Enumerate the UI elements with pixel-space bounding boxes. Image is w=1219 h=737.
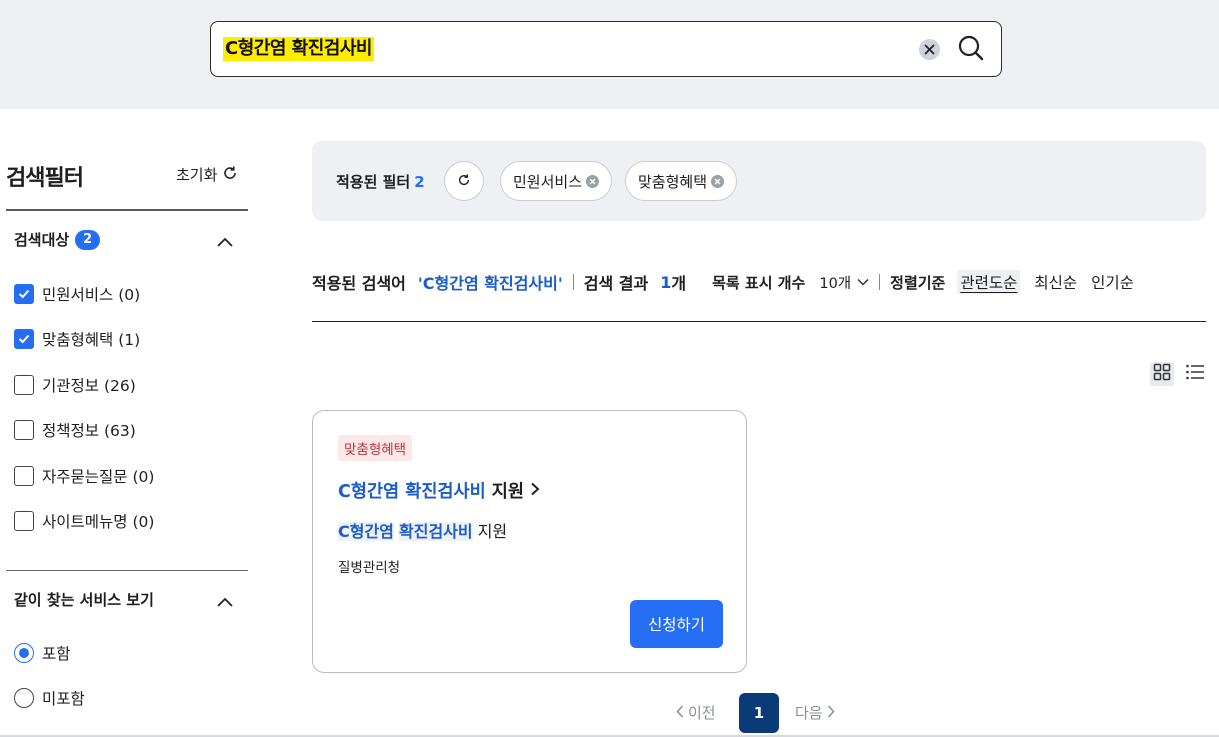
- result-unit: 개: [671, 274, 687, 293]
- refresh-icon: [222, 165, 238, 185]
- checkbox-unchecked-icon: [14, 420, 34, 440]
- summary-keyword: 확진검사비: [399, 522, 473, 541]
- sidebar-divider: [6, 209, 248, 211]
- section-related-collapse-button[interactable]: [216, 593, 236, 607]
- chevron-right-icon: [530, 481, 540, 501]
- chevron-right-icon: [827, 704, 835, 722]
- checkbox-unchecked-icon: [14, 466, 34, 486]
- checkbox-label: 기관정보 (26): [42, 377, 136, 395]
- pagination-page-current[interactable]: 1: [739, 693, 779, 733]
- list-view-button[interactable]: [1183, 362, 1207, 386]
- checkbox-site-menu[interactable]: 사이트메뉴명 (0): [14, 510, 154, 532]
- search-query-text: C형간염 확진검사비: [223, 37, 374, 61]
- checkbox-agency-info[interactable]: 기관정보 (26): [14, 374, 136, 396]
- list-icon: [1185, 363, 1205, 385]
- sort-relevance[interactable]: 관련도순: [957, 270, 1021, 294]
- checkbox-checked-icon: [14, 284, 34, 304]
- page-size-label: 목록 표시 개수: [712, 273, 806, 292]
- radio-selected-icon: [14, 643, 34, 663]
- sidebar-divider: [6, 570, 248, 571]
- applied-filters-panel: 적용된 필터 2 민원서비스 맞춤형혜택: [312, 141, 1206, 221]
- refresh-icon: [457, 172, 471, 191]
- result-count: 1: [660, 272, 672, 292]
- checkbox-label: 정책정보 (63): [42, 422, 136, 440]
- search-icon: [957, 34, 985, 66]
- chevron-down-icon: [857, 274, 869, 290]
- checkbox-unchecked-icon: [14, 511, 34, 531]
- sort-popular[interactable]: 인기순: [1091, 271, 1134, 293]
- checkbox-checked-icon: [14, 329, 34, 349]
- pagination-next-label: 다음: [795, 704, 823, 722]
- checkbox-policy-info[interactable]: 정책정보 (63): [14, 419, 136, 441]
- close-icon: [924, 40, 935, 59]
- clear-search-button[interactable]: [919, 39, 940, 60]
- section-target-badge: 2: [75, 229, 101, 250]
- close-icon[interactable]: [586, 174, 600, 188]
- section-related-title: 같이 찾는 서비스 보기: [14, 591, 154, 609]
- radio-label: 미포함: [42, 690, 85, 708]
- summary-rest: 지원: [477, 522, 508, 541]
- grid-view-button[interactable]: [1150, 362, 1174, 386]
- applied-filters-text: 적용된 필터: [336, 173, 411, 191]
- summary-keyword: C형간염: [338, 522, 394, 541]
- pagination-prev-label: 이전: [688, 704, 716, 722]
- grid-icon: [1153, 363, 1171, 385]
- result-summary-bar: 적용된 검색어 'C형간염 확진검사비' 검색 결과 1개 목록 표시 개수 1…: [312, 268, 1206, 296]
- pagination-next-button[interactable]: 다음: [795, 702, 835, 723]
- separator: [572, 274, 574, 290]
- chevron-left-icon: [676, 704, 684, 722]
- sort-label: 정렬기준: [890, 273, 946, 292]
- title-keyword: C형간염 확진검사비: [338, 482, 486, 502]
- page-size-value: 10개: [819, 275, 852, 292]
- checkbox-min-won[interactable]: 민원서비스 (0): [14, 283, 140, 305]
- applied-filters-label: 적용된 필터 2: [336, 171, 425, 192]
- search-button[interactable]: [955, 34, 987, 66]
- checkbox-label: 맞춤형혜택 (1): [42, 331, 141, 349]
- section-related-header: 같이 찾는 서비스 보기: [14, 589, 154, 610]
- checkbox-label: 사이트메뉴명 (0): [42, 513, 155, 531]
- section-target-collapse-button[interactable]: [216, 233, 236, 247]
- result-label: 검색 결과: [583, 274, 649, 293]
- query-label: 적용된 검색어: [312, 274, 406, 293]
- result-organization: 질병관리청: [338, 560, 401, 576]
- result-divider: [312, 321, 1206, 322]
- chevron-up-icon: [216, 593, 234, 612]
- radio-label: 포함: [42, 645, 71, 663]
- section-target-header: 검색대상 2: [14, 229, 101, 250]
- checkbox-label: 민원서비스 (0): [42, 286, 141, 304]
- sidebar-title: 검색필터: [6, 166, 84, 191]
- filter-reset-label: 초기화: [176, 166, 218, 184]
- filter-reset-button[interactable]: 초기화: [176, 164, 238, 185]
- search-header: C형간염 확진검사비: [0, 0, 1219, 109]
- applied-filters-reset-button[interactable]: [444, 161, 484, 201]
- radio-exclude[interactable]: 미포함: [14, 687, 85, 709]
- checkbox-unchecked-icon: [14, 375, 34, 395]
- filter-chip-custom-benefit[interactable]: 맞춤형혜택: [625, 161, 738, 201]
- radio-unselected-icon: [14, 688, 34, 708]
- query-value: 'C형간염 확진검사비': [417, 274, 563, 293]
- title-rest: 지원: [491, 482, 524, 502]
- filter-chip-min-won[interactable]: 민원서비스: [500, 161, 613, 201]
- category-tag: 맞춤형혜택: [338, 435, 413, 461]
- result-title-link[interactable]: C형간염 확진검사비 지원: [338, 478, 540, 503]
- sort-latest[interactable]: 최신순: [1034, 271, 1077, 293]
- radio-include[interactable]: 포함: [14, 642, 71, 664]
- apply-button[interactable]: 신청하기: [630, 600, 723, 648]
- checkbox-custom-benefit[interactable]: 맞춤형혜택 (1): [14, 328, 140, 350]
- filter-chip-label: 맞춤형혜택: [638, 172, 708, 191]
- separator: [879, 274, 881, 290]
- result-card: 맞춤형혜택 C형간염 확진검사비 지원 C형간염 확진검사비 지원 질병관리청 …: [312, 410, 747, 673]
- filter-chip-label: 민원서비스: [513, 172, 583, 191]
- result-summary: C형간염 확진검사비 지원: [338, 518, 507, 542]
- search-input[interactable]: C형간염 확진검사비: [210, 21, 1002, 77]
- chevron-up-icon: [216, 233, 234, 252]
- checkbox-faq[interactable]: 자주묻는질문 (0): [14, 465, 154, 487]
- page-size-select[interactable]: 10개: [819, 272, 869, 293]
- close-icon[interactable]: [711, 174, 725, 188]
- applied-filters-count: 2: [414, 173, 425, 191]
- pagination-prev-button[interactable]: 이전: [676, 702, 716, 723]
- checkbox-label: 자주묻는질문 (0): [42, 468, 155, 486]
- section-target-title: 검색대상: [14, 231, 70, 249]
